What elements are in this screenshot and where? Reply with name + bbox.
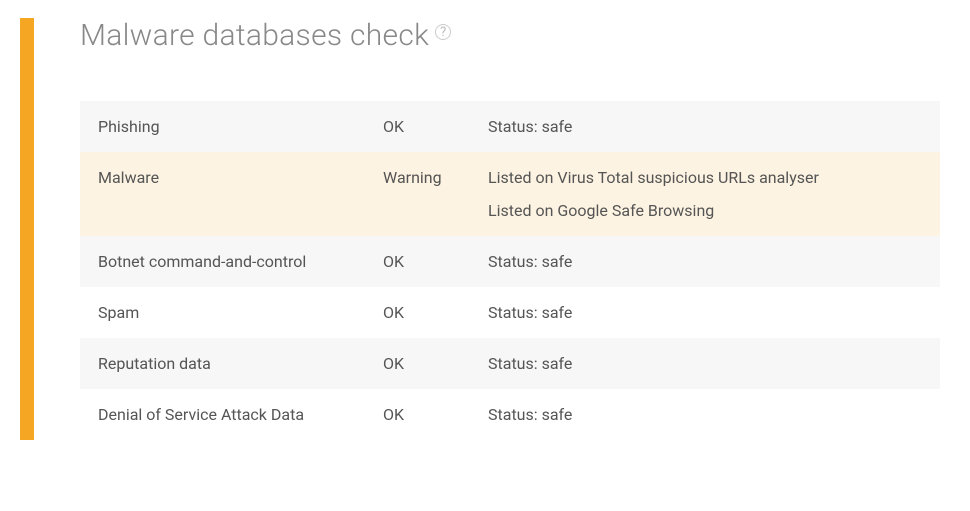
check-status: OK xyxy=(383,303,488,322)
malware-check-panel: Malware databases check ? PhishingOKStat… xyxy=(20,18,950,440)
table-row: MalwareWarningListed on Virus Total susp… xyxy=(80,152,940,236)
check-detail-line: Status: safe xyxy=(488,117,922,136)
check-category: Phishing xyxy=(98,117,383,136)
check-category: Spam xyxy=(98,303,383,322)
check-detail-line: Status: safe xyxy=(488,405,922,424)
title-row: Malware databases check ? xyxy=(80,18,940,53)
check-status: OK xyxy=(383,252,488,271)
check-detail-line: Status: safe xyxy=(488,303,922,322)
check-details: Status: safe xyxy=(488,354,922,373)
table-row: SpamOKStatus: safe xyxy=(80,287,940,338)
check-category: Malware xyxy=(98,168,383,220)
check-category: Botnet command-and-control xyxy=(98,252,383,271)
table-row: PhishingOKStatus: safe xyxy=(80,101,940,152)
check-detail-line: Listed on Google Safe Browsing xyxy=(488,201,922,220)
table-row: Reputation dataOKStatus: safe xyxy=(80,338,940,389)
help-icon[interactable]: ? xyxy=(435,24,451,40)
table-row: Denial of Service Attack DataOKStatus: s… xyxy=(80,389,940,440)
check-detail-line: Status: safe xyxy=(488,354,922,373)
check-status: OK xyxy=(383,354,488,373)
check-details: Status: safe xyxy=(488,117,922,136)
table-row: Botnet command-and-controlOKStatus: safe xyxy=(80,236,940,287)
content-area: Malware databases check ? PhishingOKStat… xyxy=(34,18,950,440)
check-status: OK xyxy=(383,117,488,136)
check-category: Denial of Service Attack Data xyxy=(98,405,383,424)
check-details: Status: safe xyxy=(488,303,922,322)
check-status: Warning xyxy=(383,168,488,220)
check-detail-line: Listed on Virus Total suspicious URLs an… xyxy=(488,168,922,187)
check-detail-line: Status: safe xyxy=(488,252,922,271)
check-details: Status: safe xyxy=(488,405,922,424)
page-title: Malware databases check xyxy=(80,18,429,53)
check-details: Status: safe xyxy=(488,252,922,271)
check-status: OK xyxy=(383,405,488,424)
accent-bar xyxy=(20,18,34,440)
check-category: Reputation data xyxy=(98,354,383,373)
checks-table: PhishingOKStatus: safeMalwareWarningList… xyxy=(80,101,940,440)
check-details: Listed on Virus Total suspicious URLs an… xyxy=(488,168,922,220)
